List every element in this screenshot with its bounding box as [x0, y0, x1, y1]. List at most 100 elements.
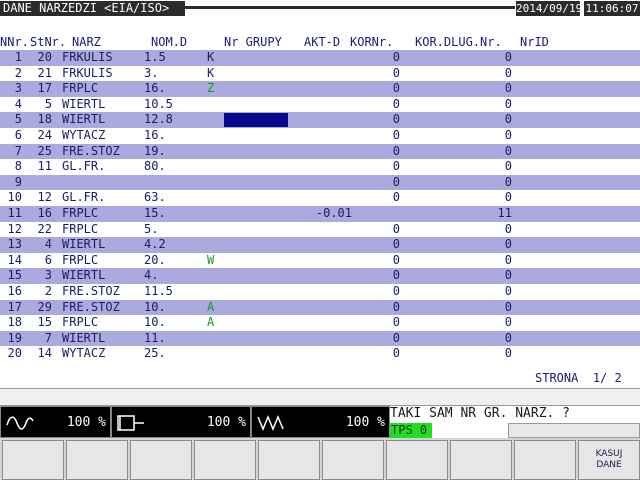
table-row[interactable]: 13 4 WIERTL 4.2 0 0 — [0, 237, 640, 253]
cell-nomd: 4. — [144, 268, 159, 283]
cell-kordlug: 0 — [504, 159, 512, 174]
softkey-9[interactable] — [514, 440, 576, 480]
table-row[interactable]: 11 16 FRPLC 15. -0.01 11 — [0, 206, 640, 222]
cell-narz: WIERTL — [62, 268, 106, 283]
date-display: 2014/09/19 — [516, 1, 583, 16]
table-row[interactable]: 18 15 FRPLC 10. A 0 0 — [0, 315, 640, 331]
cell-kornr: 0 — [392, 190, 400, 205]
cell-narz: FRE.STOZ — [62, 284, 120, 298]
col-aktd: AKT-D — [304, 35, 341, 49]
table-row[interactable]: 1 20 FRKULIS 1.5 K 0 0 — [0, 50, 640, 66]
table-row[interactable]: 9 0 0 — [0, 174, 640, 191]
softkey-bar: KASUJ DANE — [0, 438, 640, 480]
table-row[interactable]: 4 5 WIERTL 10.5 0 0 — [0, 97, 640, 113]
cell-nomd: 1.5 — [144, 50, 166, 64]
cell-stnr: 20 — [37, 50, 52, 64]
table-row[interactable]: 14 6 FRPLC 20. W 0 0 — [0, 253, 640, 269]
softkey-3[interactable] — [130, 440, 192, 480]
cell-nomd: 63. — [144, 190, 166, 205]
table-row[interactable]: 17 29 FRE.STOZ 10. A 0 0 — [0, 299, 640, 316]
cell-kordlug: 0 — [504, 112, 512, 127]
table-row[interactable]: 20 14 WYTACZ 25. 0 0 — [0, 346, 640, 362]
time-display: 11:06:07 — [584, 1, 640, 16]
cell-kordlug: 0 — [504, 315, 512, 330]
table-header: NNr. StNr. NARZ NOM.D Nr GRUPY AKT-D KOR… — [0, 35, 640, 50]
cell-stnr: 3 — [44, 268, 52, 283]
cell-stnr: 15 — [37, 315, 52, 330]
cell-grupa: K — [207, 50, 215, 64]
table-row[interactable]: 12 22 FRPLC 5. 0 0 — [0, 222, 640, 238]
cell-narz: FRPLC — [62, 315, 99, 330]
softkey-4[interactable] — [194, 440, 256, 480]
col-stnr: StNr. — [30, 35, 67, 49]
table-row[interactable]: 5 18 WIERTL 12.8 0 0 — [0, 112, 640, 128]
cell-kordlug: 11 — [497, 206, 512, 220]
cell-kordlug: 0 — [504, 65, 512, 80]
cell-kornr: 0 — [392, 237, 400, 252]
table-row[interactable]: 8 11 GL.FR. 80. 0 0 — [0, 159, 640, 175]
cell-narz: WIERTL — [62, 96, 106, 111]
title-bar: DANE NARZEDZI <EIA/ISO> 2014/09/19 11:06… — [0, 0, 640, 18]
cell-kordlug: 0 — [504, 143, 512, 158]
cell-kornr: 0 — [392, 112, 400, 127]
tool-override-value: 100 % — [206, 415, 246, 430]
cell-nomd: 12.8 — [144, 112, 173, 127]
cell-nomd: 19. — [144, 143, 166, 158]
rapid-feed-icon — [257, 415, 284, 431]
cell-kornr: 0 — [392, 299, 400, 314]
cell-kornr: 0 — [392, 50, 400, 64]
cell-kornr: 0 — [392, 159, 400, 174]
cell-narz: GL.FR. — [62, 159, 106, 174]
col-grupa: Nr GRUPY — [224, 35, 282, 49]
cell-narz: FRPLC — [62, 81, 99, 96]
col-nnr: NNr. — [0, 35, 29, 49]
softkey-7[interactable] — [386, 440, 448, 480]
tps-indicator: TPS 0 — [390, 423, 432, 438]
cell-nomd: 10.5 — [144, 96, 173, 111]
table-row[interactable]: 2 21 FRKULIS 3. K 0 0 — [0, 66, 640, 82]
spindle-override: 100 % — [0, 406, 111, 438]
softkey-2[interactable] — [66, 440, 128, 480]
cell-narz: FRPLC — [62, 221, 99, 236]
cell-stnr: 21 — [37, 65, 52, 80]
table-row[interactable]: 19 7 WIERTL 11. 0 0 — [0, 330, 640, 347]
softkey-1[interactable] — [2, 440, 64, 480]
cell-kornr: 0 — [392, 81, 400, 96]
tool-override: 100 % — [111, 406, 251, 438]
cell-nomd: 11.5 — [144, 284, 173, 298]
rapid-override: 100 % — [251, 406, 390, 438]
cursor-cell[interactable] — [224, 113, 288, 128]
table-row[interactable]: 16 2 FRE.STOZ 11.5 0 0 — [0, 284, 640, 300]
cell-grupa: Z — [207, 81, 215, 96]
status-box-right — [508, 423, 640, 438]
softkey-6[interactable] — [322, 440, 384, 480]
table-row[interactable]: 7 25 FRE.STOZ 19. 0 0 — [0, 143, 640, 160]
table-row[interactable]: 15 3 WIERTL 4. 0 0 — [0, 268, 640, 284]
cell-kornr: 0 — [392, 346, 400, 361]
cell-stnr: 2 — [44, 284, 52, 298]
cell-narz: FRE.STOZ — [62, 143, 120, 158]
cell-stnr: 24 — [37, 128, 52, 142]
cell-aktd: -0.01 — [315, 206, 352, 220]
table-row[interactable]: 10 12 GL.FR. 63. 0 0 — [0, 190, 640, 206]
cell-stnr: 29 — [37, 299, 52, 314]
title-divider — [185, 6, 515, 9]
cell-stnr: 16 — [37, 206, 52, 220]
cell-nomd: 15. — [144, 206, 166, 220]
softkey-8[interactable] — [450, 440, 512, 480]
cell-grupa: A — [207, 299, 215, 314]
cell-kordlug: 0 — [504, 346, 512, 361]
cell-kornr: 0 — [392, 174, 400, 189]
cell-stnr: 12 — [37, 190, 52, 205]
table-row[interactable]: 3 17 FRPLC 16. Z 0 0 — [0, 81, 640, 97]
cell-kornr: 0 — [392, 143, 400, 158]
kasuj-dane-button[interactable]: KASUJ DANE — [578, 440, 640, 480]
cell-grupa: A — [207, 315, 215, 330]
cell-narz: GL.FR. — [62, 190, 106, 205]
table-row[interactable]: 6 24 WYTACZ 16. 0 0 — [0, 128, 640, 144]
cell-kornr: 0 — [392, 65, 400, 80]
cell-stnr: 11 — [37, 159, 52, 174]
softkey-5[interactable] — [258, 440, 320, 480]
cell-kordlug: 0 — [504, 252, 512, 267]
cell-narz: FRKULIS — [62, 65, 113, 80]
